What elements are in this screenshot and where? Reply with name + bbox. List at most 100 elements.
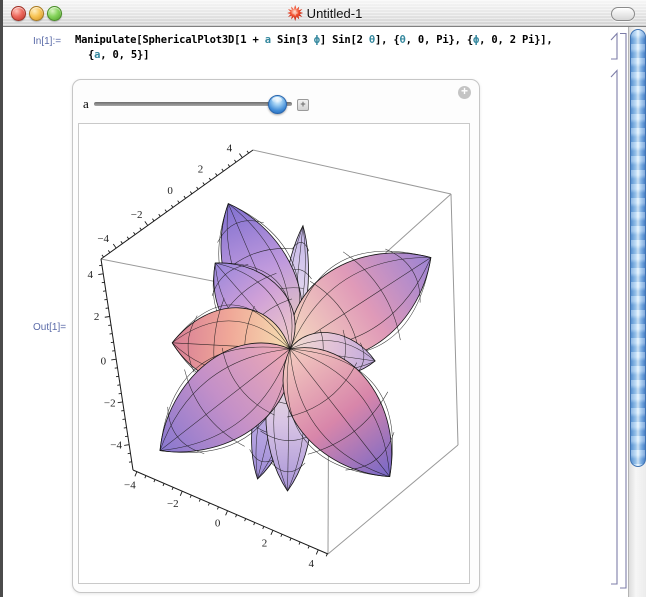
axis-tick — [326, 554, 327, 557]
out-label: Out[1]= — [33, 322, 66, 333]
code-segment: ] Sin[2 — [320, 34, 369, 46]
slider-track[interactable] — [94, 102, 292, 106]
axis-tick — [299, 542, 300, 545]
manipulate-settings-icon[interactable] — [458, 86, 471, 99]
axis-tick — [190, 495, 191, 498]
axis-tick-label: −2 — [131, 209, 143, 221]
axis-tick-label: −4 — [124, 480, 136, 492]
axis-tick-label: 0 — [215, 517, 221, 529]
cell-bracket-group[interactable] — [620, 34, 626, 589]
close-button[interactable] — [11, 6, 26, 21]
zoom-button[interactable] — [47, 6, 62, 21]
axis-tick — [199, 499, 200, 502]
axis-tick — [133, 232, 135, 234]
cell-bracket-output[interactable] — [611, 71, 617, 585]
axis-tick-label: 4 — [227, 143, 233, 155]
slider-expander-button[interactable]: + — [297, 99, 309, 111]
axis-tick — [98, 274, 103, 275]
axis-tick — [108, 250, 110, 252]
code-segment: ], { — [375, 34, 400, 46]
axis-tick — [236, 515, 237, 518]
axis-tick — [135, 472, 137, 477]
cell-bracket-input[interactable] — [611, 34, 617, 60]
code-segment: , 0, Pi}, { — [406, 34, 473, 46]
axis-tick — [171, 205, 173, 207]
axis-tick — [165, 210, 167, 212]
toolbar-toggle-button[interactable] — [611, 7, 635, 21]
axis-tick — [215, 173, 217, 175]
desktop-background: Untitled-1 In[1]:= Manipulate[SphericalP… — [0, 0, 646, 597]
vertical-scrollbar-track[interactable] — [628, 27, 646, 597]
axis-tick — [152, 219, 154, 221]
axis-tick-label: −4 — [110, 440, 122, 452]
axis-tick-label: 2 — [198, 163, 204, 175]
axis-tick — [159, 214, 161, 216]
minimize-button[interactable] — [29, 6, 44, 21]
axis-tick-label: 0 — [167, 185, 173, 197]
axis-tick — [281, 534, 282, 537]
axis-tick — [226, 511, 228, 516]
axis-tick-label: 4 — [87, 269, 93, 281]
axis-tick — [254, 522, 255, 525]
axis-tick — [263, 526, 264, 529]
plot-box-edge — [451, 194, 458, 445]
axis-tick — [271, 530, 273, 535]
axis-tick-label: 4 — [309, 558, 315, 570]
axis-tick-label: −2 — [167, 498, 179, 510]
axis-tick — [234, 160, 236, 162]
axis-tick — [127, 237, 129, 239]
axis-tick — [184, 196, 186, 198]
axis-tick — [197, 187, 199, 189]
axis-tick — [111, 359, 116, 360]
axis-tick — [113, 244, 116, 248]
vertical-scrollbar-thumb[interactable] — [630, 29, 646, 467]
code-segment: , 0, 5}] — [100, 49, 149, 61]
window-title-group: Untitled-1 — [287, 0, 363, 26]
in-label: In[1]:= — [33, 36, 61, 47]
axis-tick-label: 2 — [262, 538, 268, 550]
axis-tick — [208, 503, 209, 506]
axis-tick — [172, 487, 173, 490]
code-line[interactable]: {a, 0, 5}] — [88, 49, 149, 61]
title-bar[interactable]: Untitled-1 — [3, 0, 646, 27]
code-line[interactable]: Manipulate[SphericalPlot3D[1 + a Sin[3 ϕ… — [75, 34, 553, 46]
axis-tick — [217, 507, 218, 510]
axis-tick-label: −4 — [97, 233, 109, 245]
axis-tick — [222, 169, 224, 171]
axis-tick — [180, 491, 182, 496]
axis-tick — [203, 182, 205, 184]
axis-tick — [316, 550, 318, 555]
axis-tick — [140, 228, 142, 230]
axis-tick-label: −2 — [104, 397, 116, 409]
mathematica-window: Untitled-1 In[1]:= Manipulate[SphericalP… — [3, 0, 646, 597]
slider-thumb[interactable] — [268, 95, 287, 114]
slider-variable-label: a — [83, 96, 89, 112]
axis-tick — [102, 255, 104, 257]
mathematica-spikey-icon — [287, 5, 303, 21]
axis-tick — [247, 151, 249, 153]
x-axis — [133, 470, 328, 554]
axis-tick — [308, 546, 309, 549]
axis-tick — [178, 201, 180, 203]
axis-tick — [145, 476, 146, 479]
axis-tick — [239, 154, 242, 158]
axis-tick — [190, 192, 192, 194]
plot-box-edge — [253, 150, 451, 194]
axis-tick — [105, 316, 110, 317]
manipulate-panel: a + 4 2 0 −2 −4 −4 −2 0 2 4 −4 −2 0 2 4 — [72, 79, 480, 593]
spherical-plot-3d[interactable]: 4 2 0 −2 −4 −4 −2 0 2 4 −4 −2 0 2 4 — [79, 124, 469, 583]
axis-tick — [245, 519, 246, 522]
desktop-edge — [0, 0, 3, 597]
axis-tick-label: 0 — [101, 355, 107, 367]
axis-tick — [145, 221, 148, 225]
code-segment: , 0, 2 Pi}], — [479, 34, 552, 46]
code-segment: Manipulate[SphericalPlot3D[1 + — [75, 34, 265, 46]
axis-tick — [209, 178, 211, 180]
window-title: Untitled-1 — [307, 6, 363, 21]
code-segment: Sin[3 — [271, 34, 314, 46]
axis-tick — [118, 402, 123, 403]
notebook-content: In[1]:= Manipulate[SphericalPlot3D[1 + a… — [3, 27, 646, 597]
axis-tick-label: 2 — [94, 311, 100, 323]
axis-tick — [163, 483, 164, 486]
axis-tick — [124, 445, 129, 446]
